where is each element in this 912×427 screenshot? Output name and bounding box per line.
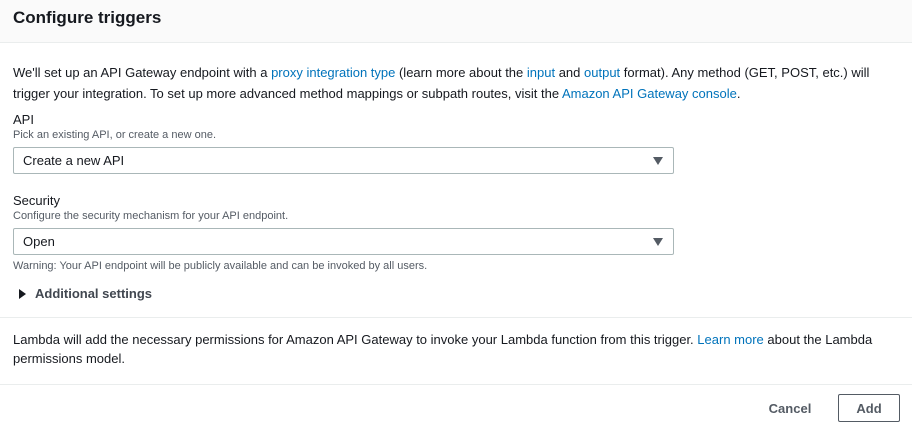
security-select[interactable]: Open — [13, 228, 674, 255]
output-format-link[interactable]: output — [584, 65, 620, 80]
intro-text-5: . — [736, 86, 741, 101]
input-format-link[interactable]: input — [527, 65, 555, 80]
cancel-button[interactable]: Cancel — [760, 396, 820, 420]
security-warning: Warning: Your API endpoint will be publi… — [13, 260, 428, 272]
api-select-value: Create a new API — [23, 153, 125, 168]
security-field-label: Security — [13, 193, 60, 208]
footer-divider — [0, 384, 912, 385]
security-field-description: Configure the security mechanism for you… — [13, 210, 289, 222]
caret-down-icon — [653, 157, 663, 165]
permissions-note: Lambda will add the necessary permission… — [13, 330, 893, 368]
api-select[interactable]: Create a new API — [13, 147, 674, 174]
section-divider — [0, 317, 912, 318]
api-field-description: Pick an existing API, or create a new on… — [13, 129, 217, 141]
intro-text-1: We'll set up an API Gateway endpoint wit… — [13, 65, 272, 80]
caret-down-icon — [653, 238, 663, 246]
permissions-text-1: Lambda will add the necessary permission… — [13, 332, 698, 347]
intro-text-2: (learn more about the — [395, 65, 527, 80]
intro-text-3: and — [555, 65, 585, 80]
api-gateway-console-link[interactable]: Amazon API Gateway console — [562, 86, 737, 101]
caret-right-icon — [19, 289, 26, 299]
add-button[interactable]: Add — [838, 394, 900, 422]
security-select-value: Open — [23, 234, 55, 249]
intro-paragraph: We'll set up an API Gateway endpoint wit… — [13, 62, 893, 104]
additional-settings-label: Additional settings — [35, 286, 152, 301]
learn-more-link[interactable]: Learn more — [697, 332, 763, 347]
api-field-label: API — [13, 112, 34, 127]
panel-header: Configure triggers — [0, 0, 912, 43]
panel-title: Configure triggers — [13, 8, 162, 27]
proxy-integration-link[interactable]: proxy integration type — [271, 65, 395, 80]
